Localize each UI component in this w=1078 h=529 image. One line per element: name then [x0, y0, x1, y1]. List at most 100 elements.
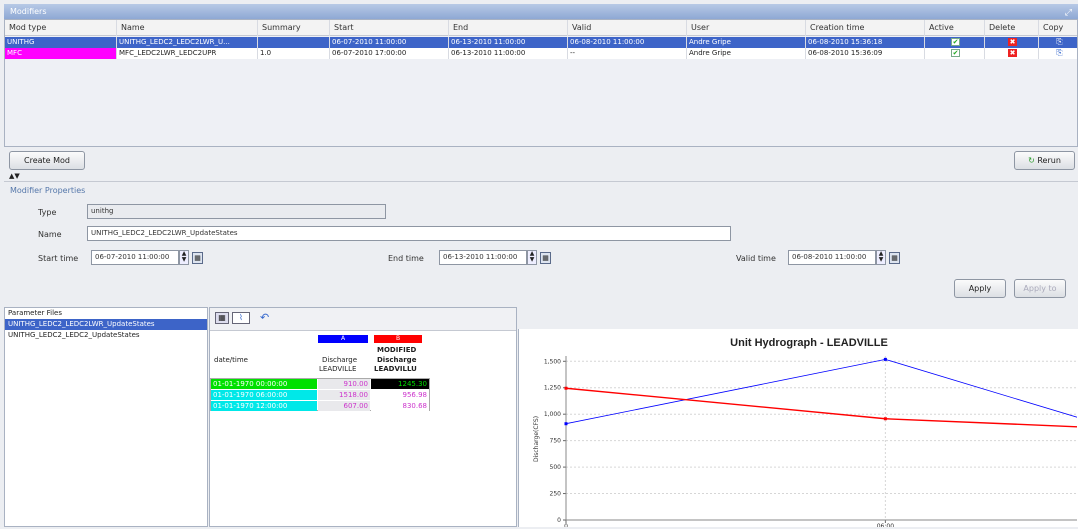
col-header-name[interactable]: Name [117, 20, 258, 36]
cell-mod-type: UNITHG [5, 37, 117, 48]
y-tick-label: 1,000 [544, 411, 561, 418]
modifier-properties-panel: Modifier Properties Type unithg Name UNI… [4, 181, 1078, 301]
cell-user: Andre Gripe [687, 48, 806, 59]
y-tick-label: 250 [550, 491, 562, 498]
y-tick-label: 1,500 [544, 358, 561, 365]
col-header-end[interactable]: End [449, 20, 568, 36]
chart-icon[interactable]: ⌇ [232, 312, 250, 324]
cell-active: ✔ [925, 48, 985, 59]
cell-name: MFC_LEDC2LWR_LEDC2UPR [117, 48, 258, 59]
timeseries-table: date/time A Discharge LEADVILLE B MODIFI… [210, 330, 516, 526]
table-icon[interactable]: ▦ [215, 312, 229, 324]
value-cell[interactable]: 1245.30 [371, 379, 429, 389]
value-cell[interactable]: 956.98 [371, 390, 429, 400]
col-header-summary[interactable]: Summary [258, 20, 330, 36]
cell-copy: ⎘ [1039, 37, 1078, 48]
cell-user: Andre Gripe [687, 37, 806, 48]
y-tick-label: 750 [550, 438, 562, 445]
cell-creation-time: 06-08-2010 15:36:18 [806, 37, 925, 48]
col-header-valid[interactable]: Valid [568, 20, 687, 36]
copy-icon[interactable]: ⎘ [1055, 49, 1064, 57]
start-time-spinner[interactable]: ▲▼ [179, 250, 189, 265]
chart-y-axis-label: Discharge(CFS) [533, 416, 540, 462]
date-cell: 01-01-1970 12:00:00 [211, 401, 317, 411]
active-checkbox[interactable]: ✔ [951, 38, 960, 46]
rerun-button[interactable]: ↻ Rerun [1014, 151, 1075, 170]
hydrograph-chart: Unit Hydrograph - LEADVILLE Discharge(CF… [519, 329, 1078, 527]
active-checkbox[interactable]: ✔ [951, 49, 960, 57]
y-tick-label: 500 [550, 464, 562, 471]
series-b-swatch: B [374, 335, 422, 343]
mods-table-header: Mod type Name Summary Start End Valid Us… [5, 20, 1077, 36]
series-a-swatch: A [318, 335, 368, 343]
col2-header-bottom: LEADVILLU [372, 364, 417, 374]
type-field: unithg [87, 204, 386, 219]
copy-icon[interactable]: ⎘ [1055, 38, 1064, 46]
apply-button[interactable]: Apply [954, 279, 1006, 298]
cell-delete: ✖ [985, 37, 1039, 48]
calendar-icon[interactable]: ▦ [192, 252, 203, 264]
delete-icon[interactable]: ✖ [1008, 38, 1017, 46]
col-header-active[interactable]: Active [925, 20, 985, 36]
valid-time-field[interactable]: 06-08-2010 11:00:00 [788, 250, 876, 265]
valid-time-label: Valid time [736, 254, 776, 263]
table-row[interactable]: UNITHG UNITHG_LEDC2_LEDC2LWR_U... 06-07-… [5, 37, 1077, 48]
table-row[interactable]: MFC MFC_LEDC2LWR_LEDC2UPR 1.0 06-07-2010… [5, 48, 1077, 59]
x-tick-label: 0 [564, 523, 568, 527]
apply-to-button[interactable]: Apply to [1014, 279, 1066, 298]
delete-icon[interactable]: ✖ [1008, 49, 1017, 57]
cell-valid: 06-08-2010 11:00:00 [568, 37, 687, 48]
value-cell[interactable]: 607.00 [318, 401, 370, 411]
cell-name: UNITHG_LEDC2_LEDC2LWR_U... [117, 37, 258, 48]
start-time-field[interactable]: 06-07-2010 11:00:00 [91, 250, 179, 265]
value-cell[interactable]: 1518.00 [318, 390, 370, 400]
rerun-label: Rerun [1037, 156, 1061, 165]
cell-creation-time: 06-08-2010 15:36:09 [806, 48, 925, 59]
undo-icon[interactable]: ↶ [260, 311, 269, 324]
data-point [565, 387, 568, 390]
cell-summary: 1.0 [258, 48, 330, 59]
data-point [565, 422, 568, 425]
collapse-toggle[interactable]: ▲▼ [9, 172, 20, 180]
calendar-icon[interactable]: ▦ [889, 252, 900, 264]
list-item[interactable]: UNITHG_LEDC2_LEDC2LWR_UpdateStates [5, 319, 207, 330]
list-item[interactable]: UNITHG_LEDC2_LEDC2_UpdateStates [5, 330, 207, 341]
hydrograph-chart-panel: Unit Hydrograph - LEADVILLE Discharge(CF… [518, 329, 1078, 527]
type-label: Type [38, 208, 56, 217]
name-field[interactable]: UNITHG_LEDC2_LEDC2LWR_UpdateStates [87, 226, 731, 241]
col-header-creation-time[interactable]: Creation time [806, 20, 925, 36]
calendar-icon[interactable]: ▦ [540, 252, 551, 264]
data-point [884, 358, 887, 361]
window-titlebar: Modifiers ⤢ [4, 4, 1078, 19]
col-header-user[interactable]: User [687, 20, 806, 36]
parameter-files-list: Parameter Files UNITHG_LEDC2_LEDC2LWR_Up… [4, 307, 208, 527]
end-time-label: End time [388, 254, 424, 263]
cell-start: 06-07-2010 17:00:00 [330, 48, 449, 59]
timeseries-panel: ▦ ⌇ ↶ date/time A Discharge LEADVILLE B … [209, 307, 517, 527]
value-cell[interactable]: 910.00 [318, 379, 370, 389]
value-cell[interactable]: 830.68 [371, 401, 429, 411]
col-header-delete[interactable]: Delete [985, 20, 1039, 36]
cell-start: 06-07-2010 11:00:00 [330, 37, 449, 48]
name-label: Name [38, 230, 62, 239]
modifier-properties-header: Modifier Properties [10, 186, 85, 195]
mods-table: Mod type Name Summary Start End Valid Us… [4, 19, 1078, 147]
cell-mod-type: MFC [5, 48, 117, 59]
create-mod-button[interactable]: Create Mod [9, 151, 85, 170]
y-tick-label: 1,250 [544, 385, 561, 392]
cell-copy: ⎘ [1039, 48, 1078, 59]
y-tick-label: 0 [557, 517, 561, 524]
valid-time-spinner[interactable]: ▲▼ [876, 250, 886, 265]
date-header: date/time [212, 355, 248, 365]
end-time-spinner[interactable]: ▲▼ [527, 250, 537, 265]
chart-title: Unit Hydrograph - LEADVILLE [730, 337, 888, 349]
col-header-start[interactable]: Start [330, 20, 449, 36]
start-time-label: Start time [38, 254, 78, 263]
cell-active: ✔ [925, 37, 985, 48]
timeseries-rows: 01-01-1970 00:00:00 910.00 1245.30 01-01… [210, 378, 430, 411]
cell-end: 06-13-2010 11:00:00 [449, 37, 568, 48]
cell-delete: ✖ [985, 48, 1039, 59]
col-header-copy[interactable]: Copy [1039, 20, 1078, 36]
end-time-field[interactable]: 06-13-2010 11:00:00 [439, 250, 527, 265]
col-header-mod-type[interactable]: Mod type [5, 20, 117, 36]
